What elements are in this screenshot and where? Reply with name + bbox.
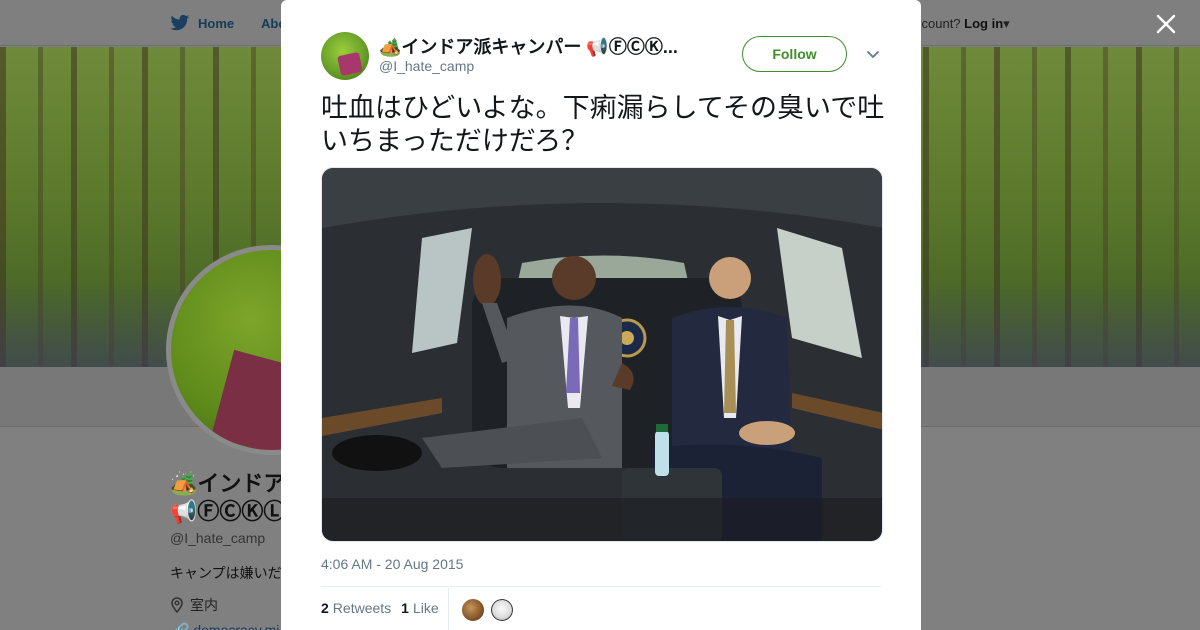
twitter-bird-icon xyxy=(170,14,190,31)
likes-stat[interactable]: 1 Like xyxy=(401,600,438,616)
profile-bio: キャンプは嫌いだ xyxy=(170,565,282,581)
profile-url-label: democracy.mi xyxy=(193,622,280,630)
retweets-stat[interactable]: 2 Retweets xyxy=(321,600,391,616)
close-icon[interactable] xyxy=(1152,10,1180,38)
map-pin-icon xyxy=(171,597,183,613)
login-link[interactable]: Log in xyxy=(964,16,1003,31)
profile-location: 室内 xyxy=(170,595,218,615)
tweet-photo[interactable] xyxy=(321,167,883,542)
link-icon: 🔗 xyxy=(172,622,190,630)
profile-name-line2: 📢ⒻⒸⓀⓁ xyxy=(170,499,286,524)
likes-count: 1 xyxy=(401,600,409,616)
login-caret-icon: ▾ xyxy=(1003,16,1010,31)
likes-label: Like xyxy=(412,600,439,616)
follow-button[interactable]: Follow xyxy=(742,36,847,72)
author-name[interactable]: 🏕️インドア派キャンパー 📢ⒻⒸⓀ... xyxy=(379,33,689,59)
retweets-count: 2 xyxy=(321,600,329,616)
profile-name: 🏕️インドア 📢ⒻⒸⓀⓁ xyxy=(170,470,285,526)
liker-avatar[interactable] xyxy=(489,597,515,623)
car-interior-photo xyxy=(322,168,882,541)
nav-home[interactable]: Home xyxy=(170,14,234,32)
tweet-modal: 🏕️インドア派キャンパー 📢ⒻⒸⓀ... @I_hate_camp Follow… xyxy=(281,0,921,630)
tweet-timestamp[interactable]: 4:06 AM - 20 Aug 2015 xyxy=(321,556,463,572)
nav-login[interactable]: ccount? Log in▾ xyxy=(915,16,1010,32)
stats-divider xyxy=(321,586,881,587)
stats-vertical-divider xyxy=(448,588,449,630)
author-avatar[interactable] xyxy=(321,32,369,80)
profile-name-line1: 🏕️インドア xyxy=(170,471,286,496)
author-handle[interactable]: @I_hate_camp xyxy=(379,58,474,74)
retweets-label: Retweets xyxy=(332,600,392,616)
profile-handle: @I_hate_camp xyxy=(170,530,266,546)
login-prefix: ccount? xyxy=(915,16,961,31)
profile-url[interactable]: 🔗 democracy.mi xyxy=(172,622,279,630)
liker-avatar[interactable] xyxy=(460,597,486,623)
nav-home-label: Home xyxy=(198,15,235,31)
profile-location-label: 室内 xyxy=(190,597,218,613)
chevron-down-icon[interactable] xyxy=(865,46,881,62)
tweet-stats: 2 Retweets 1 Like xyxy=(321,600,449,616)
tweet-text: 吐血はひどいよな。下痢漏らしてその臭いで吐いちまっただけだろ？ xyxy=(321,93,885,157)
